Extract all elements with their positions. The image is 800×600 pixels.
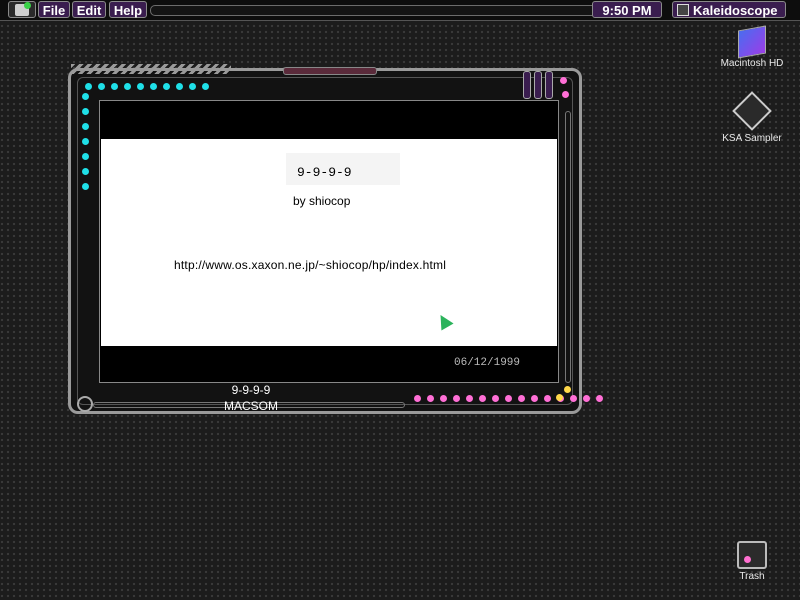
apple-menu[interactable] [8, 1, 36, 18]
footer-subtitle: MACSOM [224, 399, 278, 413]
desktop-icon-trash[interactable]: Trash [712, 541, 792, 582]
desktop-icon-label: Macintosh HD [720, 58, 784, 69]
about-title: 9-9-9-9 [297, 165, 352, 180]
yellow-indicator [556, 394, 563, 401]
trash-icon [737, 541, 767, 569]
window-zigzag-edge [71, 64, 231, 74]
menu-clock[interactable]: 9:50 PM [592, 1, 662, 18]
mouse-cursor-icon [434, 311, 454, 331]
cyan-dot-row-top [85, 83, 209, 90]
ksa-sampler-icon [732, 91, 772, 131]
about-window: 9-9-9-9 by shiocop http://www.os.xaxon.n… [68, 64, 603, 414]
desktop-icon-label: KSA Sampler [722, 133, 782, 144]
about-screen: 9-9-9-9 by shiocop http://www.os.xaxon.n… [99, 100, 559, 383]
menu-help[interactable]: Help [109, 1, 147, 18]
about-date: 06/12/1999 [454, 357, 521, 369]
menu-file[interactable]: File [38, 1, 70, 18]
about-url-link[interactable]: http://www.os.xaxon.ne.jp/~shiocop/hp/in… [174, 258, 446, 272]
cyan-dot-column-left [82, 93, 89, 190]
pink-indicator-top-2 [562, 91, 569, 98]
desktop-icon-ksa-sampler[interactable]: KSA Sampler [712, 91, 792, 144]
pink-dot-row-bottom [414, 395, 603, 402]
window-bar-controls[interactable] [523, 71, 553, 99]
window-drag-tab[interactable] [283, 67, 377, 75]
apple-menu-icon [15, 2, 31, 16]
window-close-ring[interactable] [77, 396, 93, 412]
menu-edit[interactable]: Edit [72, 1, 106, 18]
yellow-indicator-2 [564, 386, 571, 393]
footer-title: 9-9-9-9 [231, 383, 271, 397]
about-byline: by shiocop [293, 194, 351, 208]
right-side-rail [565, 111, 571, 383]
pink-indicator-top [560, 77, 567, 84]
about-content-panel: 9-9-9-9 by shiocop http://www.os.xaxon.n… [101, 139, 557, 346]
menu-bar-track [150, 5, 660, 16]
desktop-icon-label: Trash [739, 571, 765, 582]
application-menu[interactable]: Kaleidoscope [672, 1, 786, 18]
application-menu-label: Kaleidoscope [693, 3, 778, 18]
kaleidoscope-app-icon [677, 4, 689, 16]
desktop-icon-macintosh-hd[interactable]: Macintosh HD [712, 25, 792, 69]
hard-disk-icon [738, 25, 766, 59]
menu-bar: File Edit Help 9:50 PM Kaleidoscope [0, 0, 800, 21]
